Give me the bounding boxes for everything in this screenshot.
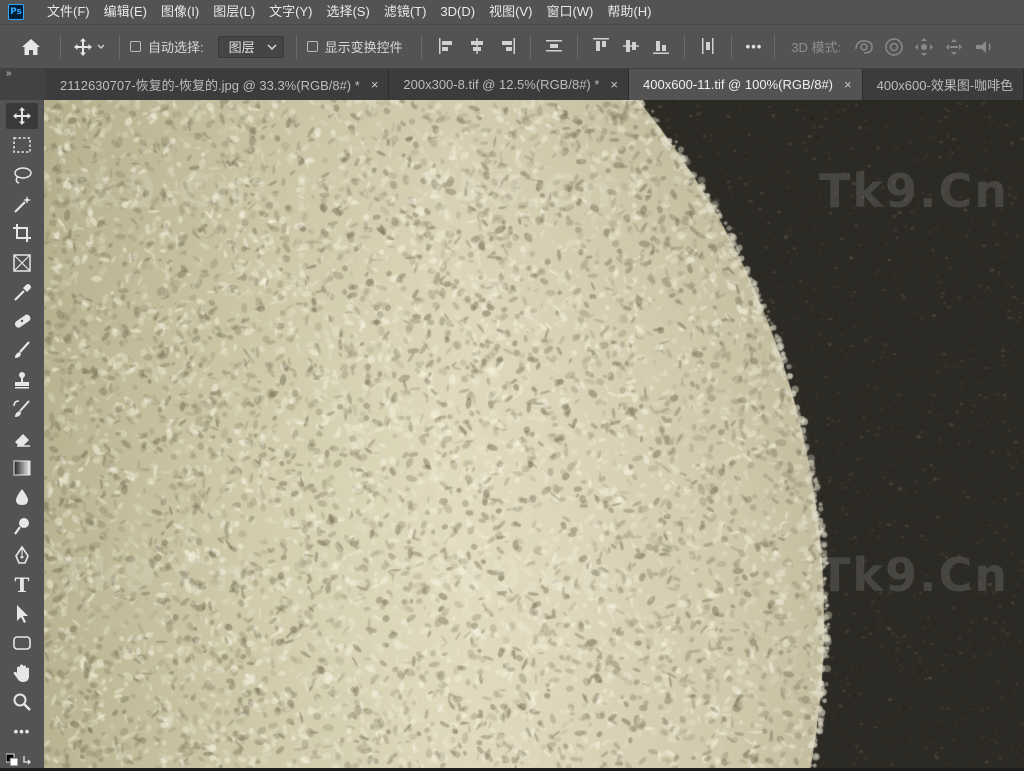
align-left-edges-icon[interactable] — [436, 35, 458, 57]
menu-item[interactable]: 窗口(W) — [539, 0, 600, 24]
menu-item[interactable]: 文字(Y) — [262, 0, 319, 24]
zoom-3d-camera-icon[interactable] — [972, 35, 996, 59]
home-icon[interactable] — [16, 38, 46, 56]
document-tab-label: 400x600-11.tif @ 100%(RGB/8#) — [643, 77, 834, 92]
menu-bar: Ps 文件(F) 编辑(E) 图像(I) 图层(L) 文字(Y) 选择(S) 滤镜(T) 3D… — [0, 0, 1024, 24]
separator — [576, 34, 578, 59]
auto-select-label: 自动选择: — [148, 40, 204, 55]
image-canvas[interactable] — [44, 100, 1024, 768]
menu-item[interactable]: 3D(D) — [433, 0, 482, 24]
separator — [420, 34, 422, 59]
menu-items: 文件(F) 编辑(E) 图像(I) 图层(L) 文字(Y) 选择(S) 滤镜(T) 3D(D)… — [40, 0, 658, 24]
align-vertical-centers-icon[interactable] — [620, 35, 642, 57]
separator — [119, 34, 120, 59]
show-transform-controls-checkbox[interactable] — [306, 41, 318, 52]
auto-select-target-value: 图层 — [228, 40, 255, 55]
marquee-tool-icon[interactable] — [6, 132, 38, 158]
distribute-horizontally-icon[interactable] — [697, 35, 719, 57]
move-tool-preset-icon[interactable] — [71, 37, 109, 57]
magic-wand-tool-icon[interactable] — [6, 191, 38, 217]
brush-tool-icon[interactable] — [6, 337, 38, 363]
separator — [730, 34, 732, 59]
hand-tool-icon[interactable] — [6, 660, 38, 686]
chevron-down-icon — [267, 43, 277, 50]
document-tab[interactable]: 400x600-效果图-咖啡色 — [862, 69, 1024, 100]
distribute-vertically-icon[interactable] — [543, 35, 565, 57]
close-tab-icon[interactable]: × — [844, 77, 852, 92]
align-buttons — [432, 34, 740, 59]
separator — [60, 34, 61, 59]
document-tab[interactable]: 2112630707-恢复的-恢复的.jpg @ 33.3%(RGB/8#) *… — [46, 69, 390, 100]
blur-tool-icon[interactable] — [6, 484, 38, 510]
auto-select-checkbox[interactable] — [130, 41, 141, 52]
type-tool-glyph: T — [14, 572, 30, 597]
close-tab-icon[interactable]: × — [371, 77, 379, 92]
more-options-button[interactable]: ••• — [746, 39, 763, 54]
history-brush-tool-icon[interactable] — [6, 396, 38, 422]
pan-3d-camera-icon[interactable] — [912, 35, 936, 59]
align-top-edges-icon[interactable] — [590, 35, 612, 57]
roll-3d-camera-icon[interactable] — [882, 35, 906, 59]
document-tabs: 2112630707-恢复的-恢复的.jpg @ 33.3%(RGB/8#) *… — [46, 69, 1024, 100]
crop-tool-icon[interactable] — [6, 220, 38, 246]
separator — [774, 34, 776, 59]
menu-item[interactable]: 文件(F) — [40, 0, 97, 24]
clone-stamp-tool-icon[interactable] — [6, 367, 38, 393]
rectangle-tool-icon[interactable] — [6, 630, 38, 656]
menu-item[interactable]: 视图(V) — [482, 0, 539, 24]
menu-item[interactable]: 图层(L) — [206, 0, 262, 24]
show-transform-controls-label: 显示变换控件 — [324, 40, 403, 55]
lasso-tool-icon[interactable] — [6, 162, 38, 188]
separator — [683, 34, 685, 59]
pen-tool-icon[interactable] — [6, 543, 38, 569]
healing-brush-tool-icon[interactable] — [6, 308, 38, 334]
menu-item[interactable]: 选择(S) — [319, 0, 376, 24]
document-tab-label: 400x600-效果图-咖啡色 — [876, 78, 1014, 93]
tools-panel: T ••• — [0, 100, 44, 768]
align-right-edges-icon[interactable] — [496, 35, 518, 57]
document-tab-bar: » 2112630707-恢复的-恢复的.jpg @ 33.3%(RGB/8#)… — [0, 68, 1024, 100]
zoom-tool-icon[interactable] — [6, 689, 38, 715]
move-tool-icon[interactable] — [6, 103, 38, 129]
document-tab-label: 200x300-8.tif @ 12.5%(RGB/8#) * — [403, 77, 600, 92]
align-horizontal-centers-icon[interactable] — [466, 35, 488, 57]
eyedropper-tool-icon[interactable] — [6, 279, 38, 305]
eraser-tool-icon[interactable] — [6, 425, 38, 451]
separator — [295, 34, 297, 59]
foreground-background-colors-icon[interactable] — [5, 752, 36, 768]
path-selection-tool-icon[interactable] — [6, 601, 38, 627]
photoshop-logo-icon[interactable]: Ps — [8, 4, 24, 20]
dodge-tool-icon[interactable] — [6, 513, 38, 539]
more-tools-icon[interactable]: ••• — [6, 718, 38, 744]
3d-mode-buttons — [849, 35, 999, 59]
separator — [529, 34, 531, 59]
menu-item[interactable]: 编辑(E) — [97, 0, 154, 24]
menu-item[interactable]: 滤镜(T) — [377, 0, 434, 24]
menu-item[interactable]: 帮助(H) — [600, 0, 658, 24]
close-tab-icon[interactable]: × — [610, 77, 618, 92]
document-tab[interactable]: 200x300-8.tif @ 12.5%(RGB/8#) * × — [389, 69, 630, 100]
auto-select-target-dropdown[interactable]: 图层 — [217, 35, 284, 58]
orbit-3d-camera-icon[interactable] — [852, 35, 876, 59]
document-tab[interactable]: 400x600-11.tif @ 100%(RGB/8#) × — [629, 69, 863, 100]
align-bottom-edges-icon[interactable] — [650, 35, 672, 57]
collapse-panels-icon[interactable]: » — [6, 68, 12, 79]
frame-tool-icon[interactable] — [6, 250, 38, 276]
options-bar: 自动选择: 图层 显示变换控件 ••• 3D 模式: — [0, 24, 1024, 68]
3d-mode-label: 3D 模式: — [791, 40, 842, 55]
more-tools-glyph: ••• — [13, 723, 31, 739]
slide-3d-camera-icon[interactable] — [942, 35, 966, 59]
document-canvas[interactable]: Tk9.CnTk9.CnTk9.CnTk9.CnTk9.CnTk9.Cn — [44, 100, 1024, 768]
type-tool-icon[interactable]: T — [6, 572, 38, 598]
menu-item[interactable]: 图像(I) — [154, 0, 206, 24]
gradient-tool-icon[interactable] — [6, 455, 38, 481]
document-tab-label: 2112630707-恢复的-恢复的.jpg @ 33.3%(RGB/8#) * — [60, 78, 360, 93]
